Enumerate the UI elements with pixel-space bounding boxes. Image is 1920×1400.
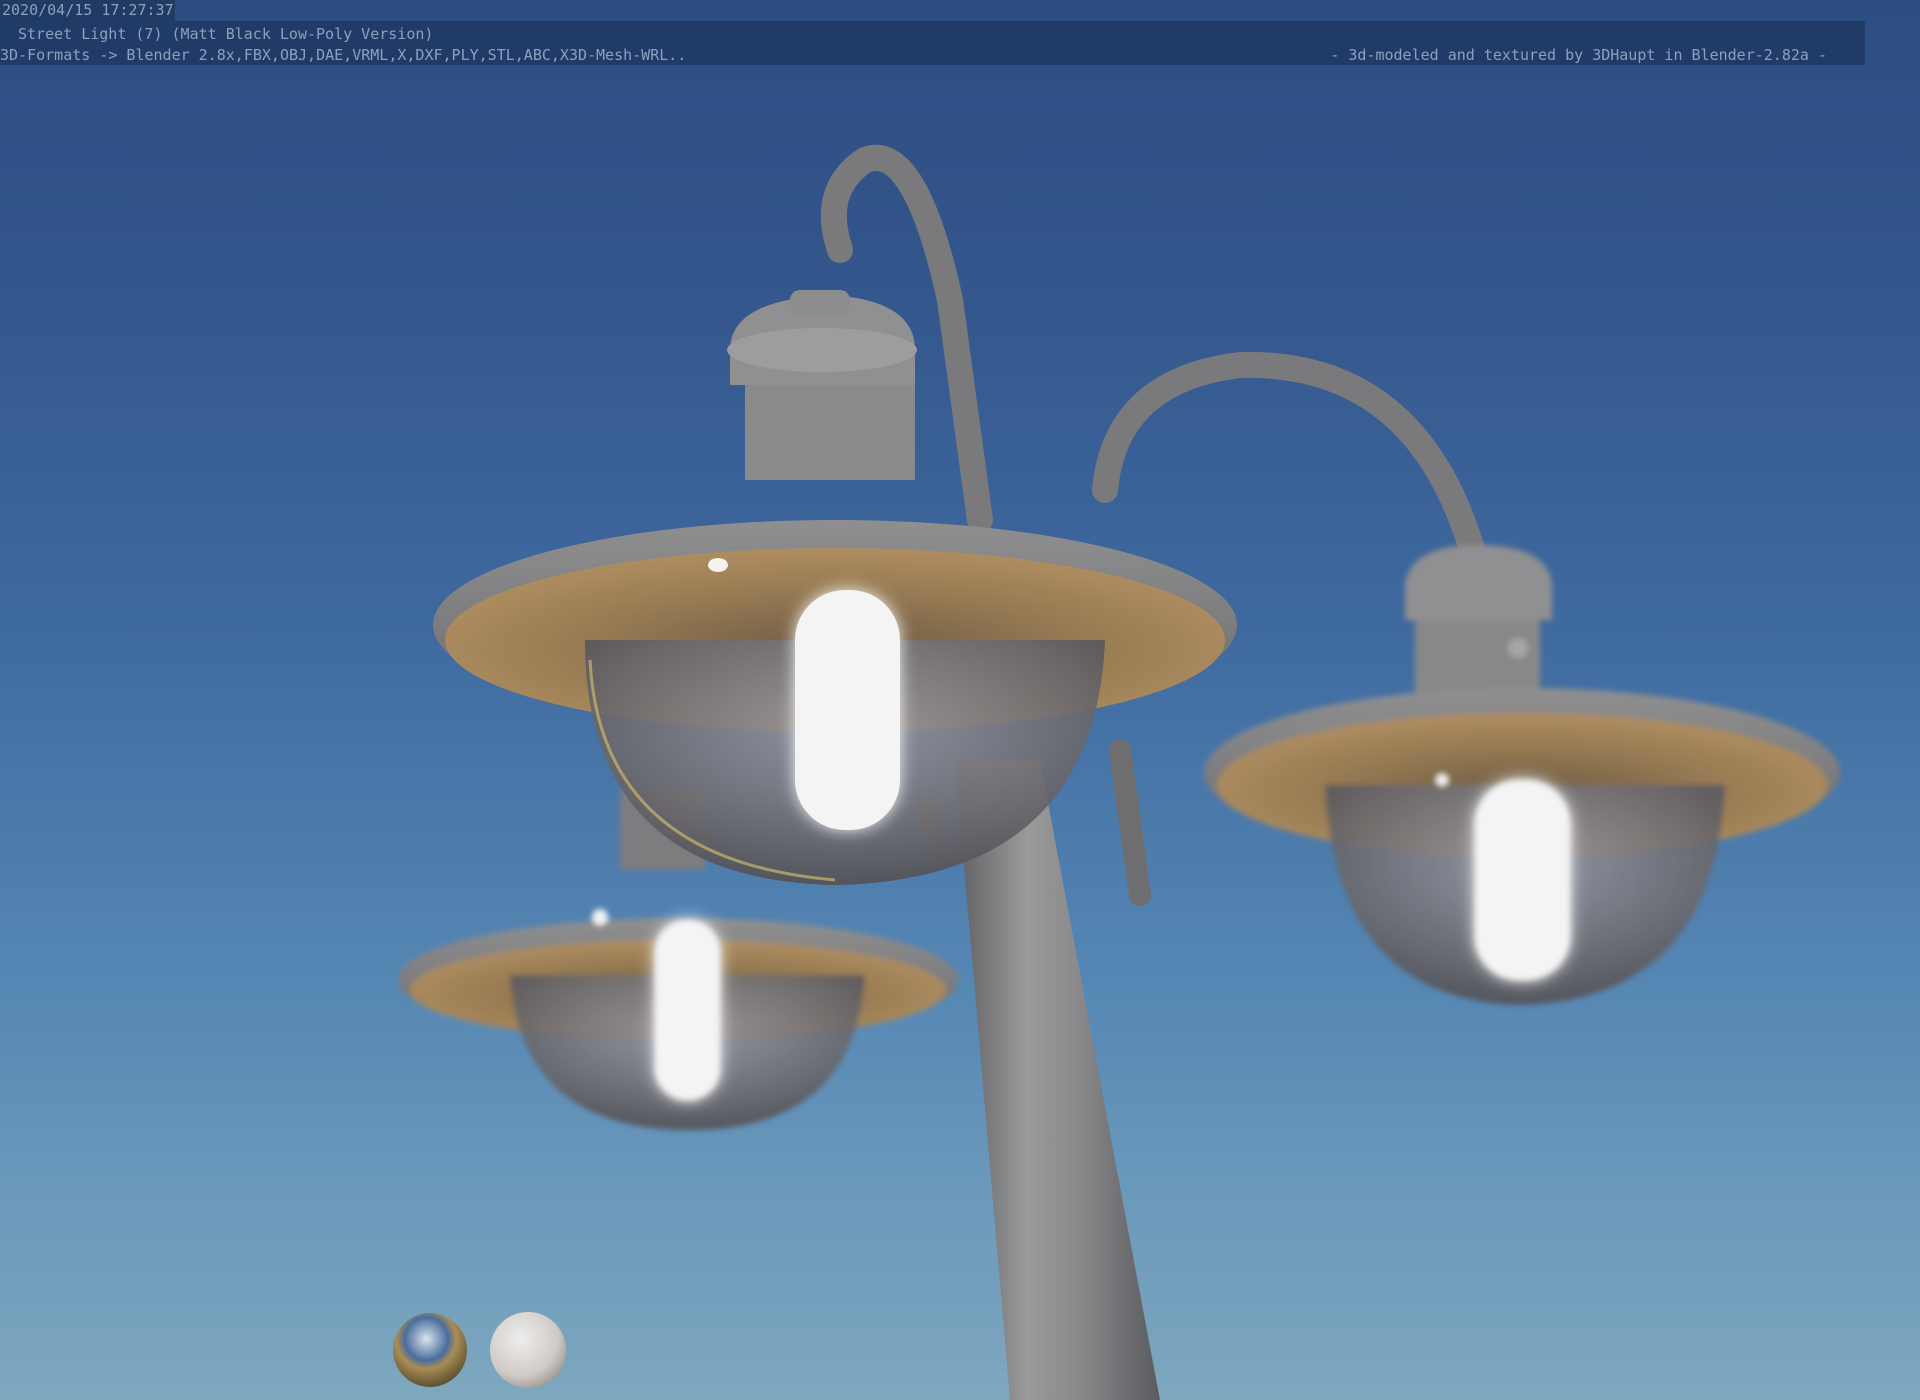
credit-text: - 3d-modeled and textured by 3DHaupt in …	[1330, 46, 1827, 64]
model-title: Street Light (7) (Matt Black Low-Poly Ve…	[18, 25, 434, 43]
formats-text: 3D-Formats -> Blender 2.8x,FBX,OBJ,DAE,V…	[0, 46, 687, 64]
info-bar: Street Light (7) (Matt Black Low-Poly Ve…	[0, 21, 1865, 65]
render-info-overlay: 2020/04/15 17:27:37 Street Light (7) (Ma…	[0, 0, 1920, 1400]
render-timestamp: 2020/04/15 17:27:37	[0, 0, 175, 21]
